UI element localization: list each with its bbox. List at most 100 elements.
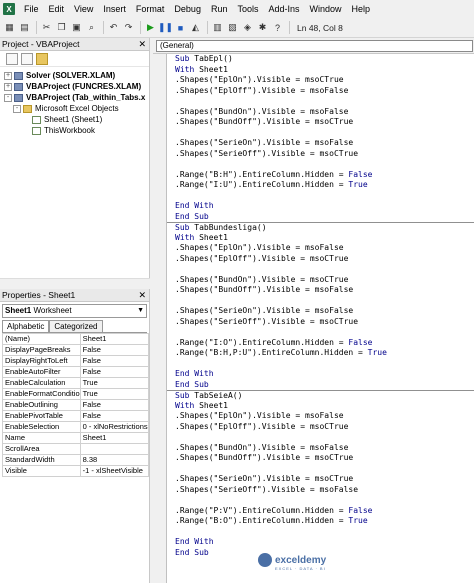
property-value[interactable] — [79, 443, 149, 455]
tab-alphabetic[interactable]: Alphabetic — [2, 320, 50, 332]
menu-item-view[interactable]: View — [69, 0, 98, 18]
code-line[interactable]: .Range("I:O").EntireColumn.Hidden = Fals… — [167, 338, 474, 349]
horizontal-scrollbar[interactable] — [0, 278, 150, 288]
property-row[interactable]: DisplayPageBreaks False — [2, 344, 149, 356]
code-line[interactable] — [167, 296, 474, 307]
view-code-icon[interactable] — [6, 52, 18, 65]
code-line[interactable]: Sub TabSeieA() — [167, 390, 474, 401]
property-row[interactable]: (Name) Sheet1 — [2, 333, 149, 345]
tree-item[interactable]: + Solver (SOLVER.XLAM) — [0, 70, 149, 81]
code-line[interactable]: .Shapes("EplOn").Visible = msoCTrue — [167, 75, 474, 86]
toolbox-icon[interactable]: ✱ — [256, 21, 269, 34]
code-line[interactable]: .Range("I:U").EntireColumn.Hidden = True — [167, 180, 474, 191]
find-icon[interactable]: ⌕ — [85, 21, 98, 34]
object-browser-icon[interactable]: ◈ — [241, 21, 254, 34]
code-line[interactable]: With Sheet1 — [167, 65, 474, 76]
menu-item-debug[interactable]: Debug — [169, 0, 206, 18]
code-line[interactable]: .Shapes("EplOff").Visible = msoCTrue — [167, 254, 474, 265]
property-value[interactable]: True — [79, 377, 149, 389]
help-icon[interactable]: ? — [271, 21, 284, 34]
expand-icon[interactable]: + — [4, 82, 12, 91]
copy-icon[interactable]: ❐ — [55, 21, 68, 34]
chevron-down-icon[interactable]: ▼ — [137, 305, 144, 317]
property-value[interactable]: False — [79, 344, 149, 356]
view-excel-icon[interactable]: ▦ — [3, 21, 16, 34]
code-line[interactable]: .Shapes("BundOn").Visible = msoFalse — [167, 107, 474, 118]
code-line[interactable]: End Sub — [167, 380, 474, 391]
close-icon[interactable]: ✕ — [138, 38, 146, 51]
code-line[interactable] — [167, 191, 474, 202]
menu-item-format[interactable]: Format — [131, 0, 170, 18]
code-line[interactable]: .Shapes("EplOn").Visible = msoFalse — [167, 411, 474, 422]
property-value[interactable]: True — [79, 388, 149, 400]
menu-item-insert[interactable]: Insert — [98, 0, 131, 18]
code-line[interactable]: End Sub — [167, 212, 474, 223]
menu-item-addins[interactable]: Add-Ins — [263, 0, 304, 18]
code-line[interactable]: End With — [167, 537, 474, 548]
code-line[interactable] — [167, 128, 474, 139]
collapse-icon[interactable]: - — [13, 104, 21, 113]
property-row[interactable]: EnableAutoFilter False — [2, 366, 149, 378]
code-line[interactable]: .Shapes("SerieOn").Visible = msoFalse — [167, 306, 474, 317]
code-line[interactable]: .Shapes("EplOn").Visible = msoFalse — [167, 243, 474, 254]
property-row[interactable]: Name Sheet1 — [2, 432, 149, 444]
code-line[interactable]: .Shapes("SerieOn").Visible = msoCTrue — [167, 474, 474, 485]
tree-item[interactable]: - VBAProject (Tab_within_Tabs.x — [0, 92, 149, 103]
code-line[interactable]: Sub TabEpl() — [167, 54, 474, 65]
paste-icon[interactable]: ▣ — [70, 21, 83, 34]
view-object-icon[interactable] — [21, 52, 33, 65]
property-value[interactable]: False — [79, 366, 149, 378]
property-row[interactable]: EnableFormatConditio True — [2, 388, 149, 400]
property-value[interactable]: 0 - xlNoRestrictions — [79, 421, 149, 433]
code-line[interactable]: End With — [167, 201, 474, 212]
code-line[interactable]: .Shapes("SerieOff").Visible = msoFalse — [167, 485, 474, 496]
code-line[interactable]: Sub TabBundesliga() — [167, 222, 474, 233]
code-line[interactable]: .Shapes("SerieOff").Visible = msoCTrue — [167, 149, 474, 160]
property-row[interactable]: EnableOutlining False — [2, 399, 149, 411]
collapse-icon[interactable]: - — [4, 93, 12, 102]
property-row[interactable]: EnableCalculation True — [2, 377, 149, 389]
code-line[interactable] — [167, 327, 474, 338]
code-line[interactable] — [167, 359, 474, 370]
code-line[interactable]: .Shapes("BundOn").Visible = msoCTrue — [167, 275, 474, 286]
property-row[interactable]: ScrollArea — [2, 443, 149, 455]
object-select[interactable]: Sheet1 Worksheet ▼ — [2, 304, 147, 318]
code-line[interactable] — [167, 495, 474, 506]
tree-item[interactable]: ThisWorkbook — [0, 125, 149, 136]
property-row[interactable]: EnablePivotTable False — [2, 410, 149, 422]
code-line[interactable]: End With — [167, 369, 474, 380]
insert-module-icon[interactable]: ▤ — [18, 21, 31, 34]
property-value[interactable]: Sheet1 — [79, 333, 149, 345]
design-mode-icon[interactable]: ◭ — [189, 21, 202, 34]
reset-icon[interactable]: ■ — [174, 21, 187, 34]
object-dropdown[interactable]: (General) — [156, 40, 473, 52]
code-line[interactable]: .Shapes("EplOff").Visible = msoCTrue — [167, 422, 474, 433]
property-value[interactable]: False — [79, 410, 149, 422]
excel-app-icon[interactable]: X — [3, 3, 15, 15]
code-line[interactable]: With Sheet1 — [167, 233, 474, 244]
break-icon[interactable]: ❚❚ — [158, 21, 173, 34]
code-line[interactable]: .Shapes("BundOff").Visible = msoCTrue — [167, 453, 474, 464]
properties-window-icon[interactable]: ▧ — [226, 21, 239, 34]
close-icon[interactable]: ✕ — [138, 289, 146, 302]
menu-item-edit[interactable]: Edit — [44, 0, 70, 18]
redo-icon[interactable]: ↷ — [122, 21, 135, 34]
property-row[interactable]: Visible -1 - xlSheetVisible — [2, 465, 149, 477]
code-line[interactable] — [167, 527, 474, 538]
code-line[interactable] — [167, 432, 474, 443]
property-value[interactable]: 8.38 — [79, 454, 149, 466]
code-line[interactable] — [167, 159, 474, 170]
tree-item[interactable]: Sheet1 (Sheet1) — [0, 114, 149, 125]
code-line[interactable]: .Range("B:H").EntireColumn.Hidden = Fals… — [167, 170, 474, 181]
menu-item-file[interactable]: File — [19, 0, 44, 18]
code-line[interactable]: .Shapes("EplOff").Visible = msoFalse — [167, 86, 474, 97]
code-line[interactable] — [167, 96, 474, 107]
tree-item[interactable]: + VBAProject (FUNCRES.XLAM) — [0, 81, 149, 92]
project-explorer-icon[interactable]: ▥ — [211, 21, 224, 34]
menu-item-run[interactable]: Run — [206, 0, 233, 18]
undo-icon[interactable]: ↶ — [107, 21, 120, 34]
code-line[interactable]: .Range("B:O").EntireColumn.Hidden = True — [167, 516, 474, 527]
menu-item-tools[interactable]: Tools — [232, 0, 263, 18]
menu-item-help[interactable]: Help — [347, 0, 376, 18]
toggle-folders-icon[interactable] — [36, 52, 48, 65]
